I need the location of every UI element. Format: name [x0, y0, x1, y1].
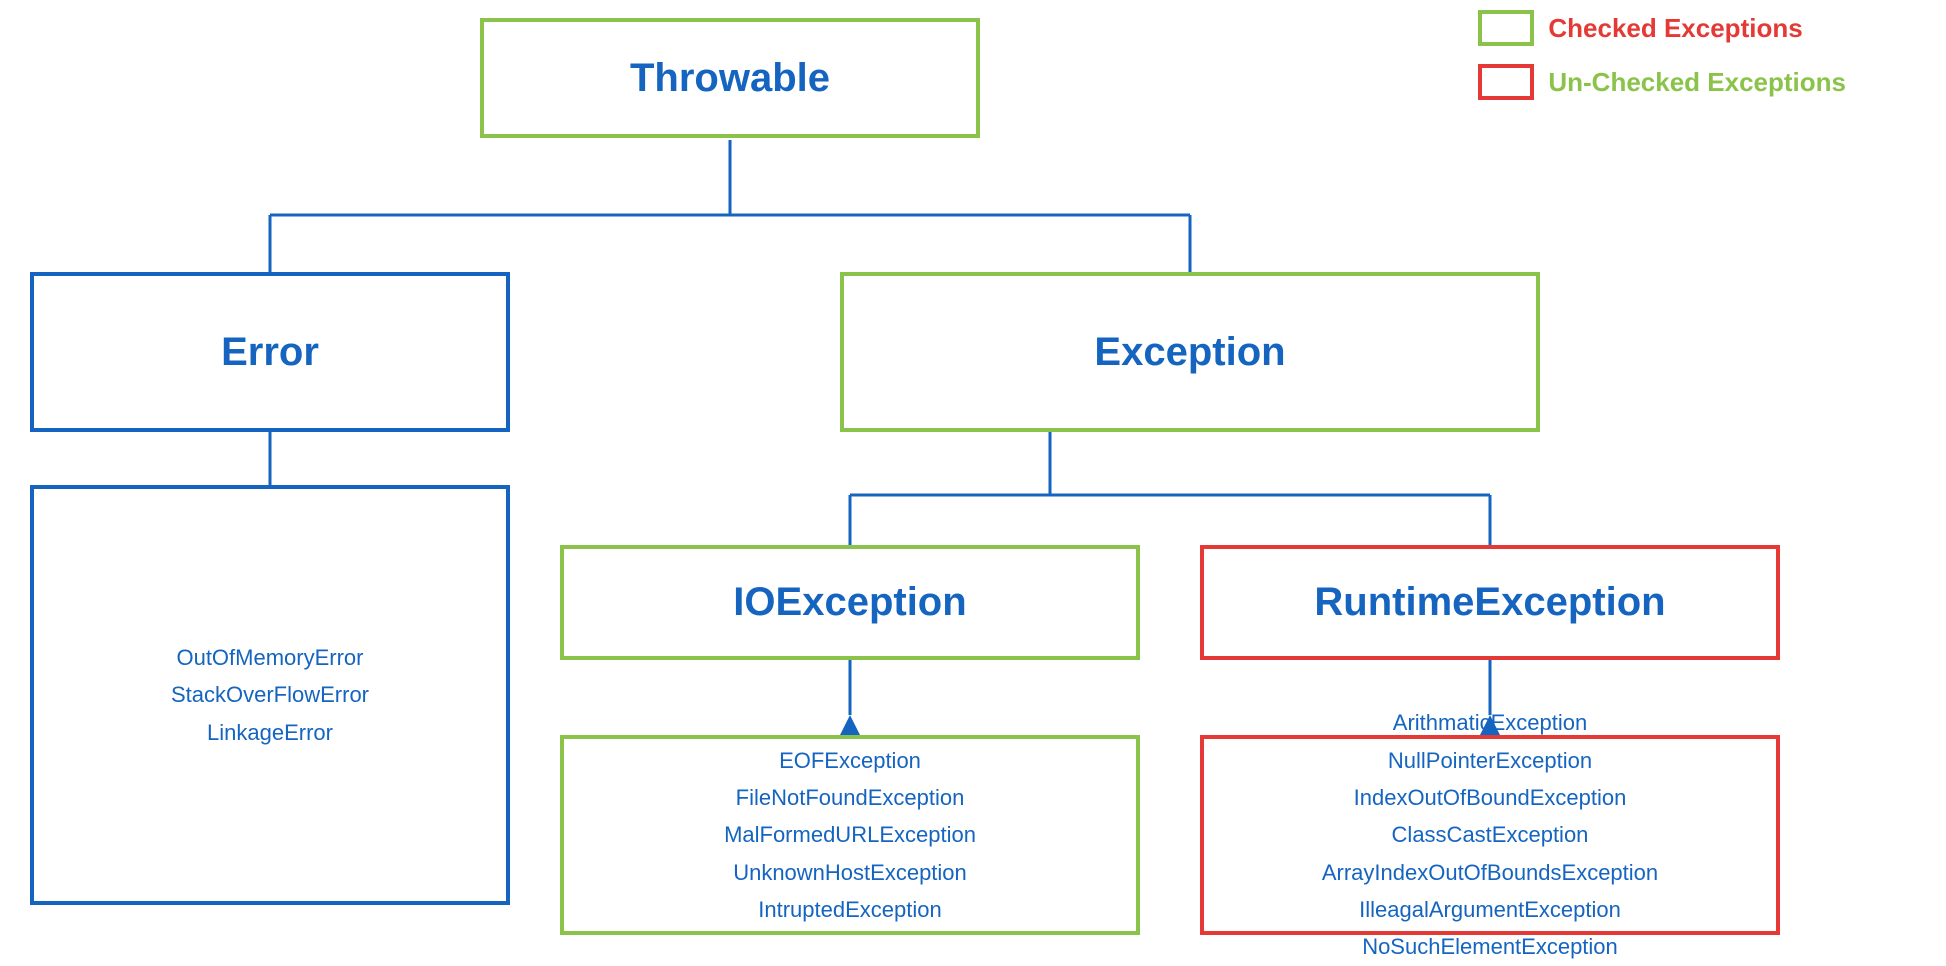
rt-child-3: IndexOutOfBoundException — [1322, 779, 1658, 816]
node-error-children: OutOfMemoryError StackOverFlowError Link… — [30, 485, 510, 905]
ioex-child-5: IntruptedException — [724, 891, 976, 928]
throwable-label: Throwable — [630, 56, 830, 101]
node-exception: Exception — [840, 272, 1540, 432]
rt-child-4: ClassCastException — [1322, 816, 1658, 853]
rt-child-5: ArrayIndexOutOfBoundsException — [1322, 854, 1658, 891]
legend-unchecked-label: Un-Checked Exceptions — [1548, 67, 1846, 98]
ioex-child-3: MalFormedURLException — [724, 816, 976, 853]
error-child-3: LinkageError — [171, 714, 369, 751]
node-throwable: Throwable — [480, 18, 980, 138]
node-runtimeexception: RuntimeException — [1200, 545, 1780, 660]
runtime-children-list: ArithmaticException NullPointerException… — [1322, 704, 1658, 966]
legend: Checked Exceptions Un-Checked Exceptions — [1478, 10, 1846, 100]
error-child-1: OutOfMemoryError — [171, 639, 369, 676]
legend-unchecked-item: Un-Checked Exceptions — [1478, 64, 1846, 100]
legend-checked-box — [1478, 10, 1534, 46]
legend-unchecked-box — [1478, 64, 1534, 100]
error-child-2: StackOverFlowError — [171, 676, 369, 713]
ioexception-label: IOException — [733, 580, 966, 625]
error-children-list: OutOfMemoryError StackOverFlowError Link… — [171, 639, 369, 751]
diagram-container: Checked Exceptions Un-Checked Exceptions… — [0, 0, 1946, 952]
exception-label: Exception — [1094, 330, 1285, 375]
rt-child-7: NoSuchElementException — [1322, 928, 1658, 965]
node-ioexception-children: EOFException FileNotFoundException MalFo… — [560, 735, 1140, 935]
ioex-child-4: UnknownHostException — [724, 854, 976, 891]
node-ioexception: IOException — [560, 545, 1140, 660]
rt-child-2: NullPointerException — [1322, 742, 1658, 779]
node-runtime-children: ArithmaticException NullPointerException… — [1200, 735, 1780, 935]
error-label: Error — [221, 330, 319, 375]
ioex-child-2: FileNotFoundException — [724, 779, 976, 816]
legend-checked-label: Checked Exceptions — [1548, 13, 1802, 44]
legend-checked-item: Checked Exceptions — [1478, 10, 1846, 46]
rt-child-1: ArithmaticException — [1322, 704, 1658, 741]
ioexception-children-list: EOFException FileNotFoundException MalFo… — [724, 742, 976, 929]
rt-child-6: IlleagalArgumentException — [1322, 891, 1658, 928]
ioex-child-1: EOFException — [724, 742, 976, 779]
runtimeexception-label: RuntimeException — [1314, 580, 1665, 625]
node-error: Error — [30, 272, 510, 432]
